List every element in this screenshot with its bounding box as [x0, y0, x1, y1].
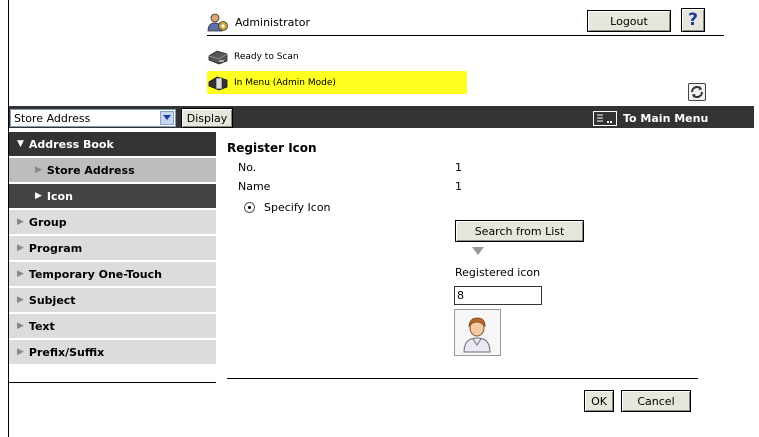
- sidebar-item-temporary-one-touch[interactable]: ▶ Temporary One-Touch: [9, 262, 216, 286]
- ok-button[interactable]: OK: [584, 390, 614, 412]
- sidebar-item-label: Text: [28, 319, 55, 333]
- no-value: 1: [455, 161, 462, 174]
- sidebar-item-label: Prefix/Suffix: [28, 345, 105, 359]
- sidebar-item-label: Address Book: [28, 137, 114, 151]
- help-button[interactable]: ?: [681, 8, 705, 32]
- sidebar-item-label: Temporary One-Touch: [28, 267, 162, 281]
- sidebar-item-store-address[interactable]: ▶ Store Address: [9, 158, 216, 182]
- arrow-down-icon: [472, 247, 484, 255]
- sidebar-divider: [9, 382, 216, 383]
- sidebar-item-subject[interactable]: ▶ Subject: [9, 288, 216, 312]
- triangle-right-icon: ▶: [17, 269, 24, 279]
- sidebar-item-prefix-suffix[interactable]: ▶ Prefix/Suffix: [9, 340, 216, 364]
- logout-button[interactable]: Logout: [587, 10, 671, 32]
- to-main-menu-label: To Main Menu: [623, 111, 709, 125]
- triangle-down-icon: ▼: [17, 139, 24, 149]
- header-divider: [207, 35, 724, 36]
- admin-indicator: Administrator: [207, 10, 310, 34]
- specify-icon-option[interactable]: Specify Icon: [244, 201, 331, 214]
- no-label: No.: [238, 161, 257, 174]
- specify-icon-radio[interactable]: [244, 202, 255, 213]
- triangle-right-icon: ▶: [17, 347, 24, 357]
- person-icon: [463, 317, 491, 353]
- admin-label: Administrator: [235, 15, 310, 29]
- cancel-button[interactable]: Cancel: [621, 390, 691, 412]
- sidebar-item-label: Group: [28, 215, 67, 229]
- triangle-right-icon: ▶: [35, 191, 42, 201]
- sidebar-item-label: Icon: [46, 189, 73, 203]
- triangle-right-icon: ▶: [17, 295, 24, 305]
- sidebar-item-label: Store Address: [46, 163, 135, 177]
- sidebar-item-icon[interactable]: ▶ Icon: [9, 184, 216, 208]
- registered-icon-preview: [454, 309, 501, 356]
- chevron-down-icon: [160, 111, 174, 125]
- search-from-list-button[interactable]: Search from List: [455, 220, 584, 242]
- sidebar-item-group[interactable]: ▶ Group: [9, 210, 216, 234]
- address-type-select-value: Store Address: [14, 111, 91, 125]
- registered-icon-label: Registered icon: [455, 266, 541, 279]
- sidebar: ▼ Address Book ▶ Store Address ▶ Icon ▶ …: [9, 132, 216, 366]
- refresh-button[interactable]: [688, 83, 706, 101]
- footer-divider: [227, 378, 698, 379]
- name-value: 1: [455, 180, 462, 193]
- main-menu-icon: [593, 110, 617, 126]
- registered-icon-input[interactable]: [454, 286, 542, 305]
- page-title: Register Icon: [227, 141, 317, 155]
- sidebar-item-address-book[interactable]: ▼ Address Book: [9, 132, 216, 156]
- to-main-menu-link[interactable]: To Main Menu: [593, 110, 708, 126]
- triangle-right-icon: ▶: [17, 321, 24, 331]
- address-type-select[interactable]: Store Address: [10, 109, 176, 127]
- sidebar-item-label: Program: [28, 241, 83, 255]
- refresh-icon: [691, 86, 703, 98]
- status-admin-mode-text: In Menu (Admin Mode): [234, 77, 336, 88]
- display-button[interactable]: Display: [181, 108, 233, 128]
- triangle-right-icon: ▶: [35, 165, 42, 175]
- sidebar-item-text[interactable]: ▶ Text: [9, 314, 216, 338]
- triangle-right-icon: ▶: [17, 217, 24, 227]
- scanner-icon: [208, 50, 228, 65]
- name-label: Name: [238, 180, 271, 193]
- triangle-right-icon: ▶: [17, 243, 24, 253]
- sidebar-item-program[interactable]: ▶ Program: [9, 236, 216, 260]
- status-ready: Ready to Scan: [207, 49, 299, 65]
- status-admin-mode: In Menu (Admin Mode): [207, 71, 467, 94]
- device-menu-icon: [208, 76, 228, 90]
- sidebar-item-label: Subject: [28, 293, 76, 307]
- admin-user-icon: [207, 13, 228, 32]
- status-ready-text: Ready to Scan: [234, 52, 299, 62]
- specify-icon-label: Specify Icon: [264, 201, 331, 214]
